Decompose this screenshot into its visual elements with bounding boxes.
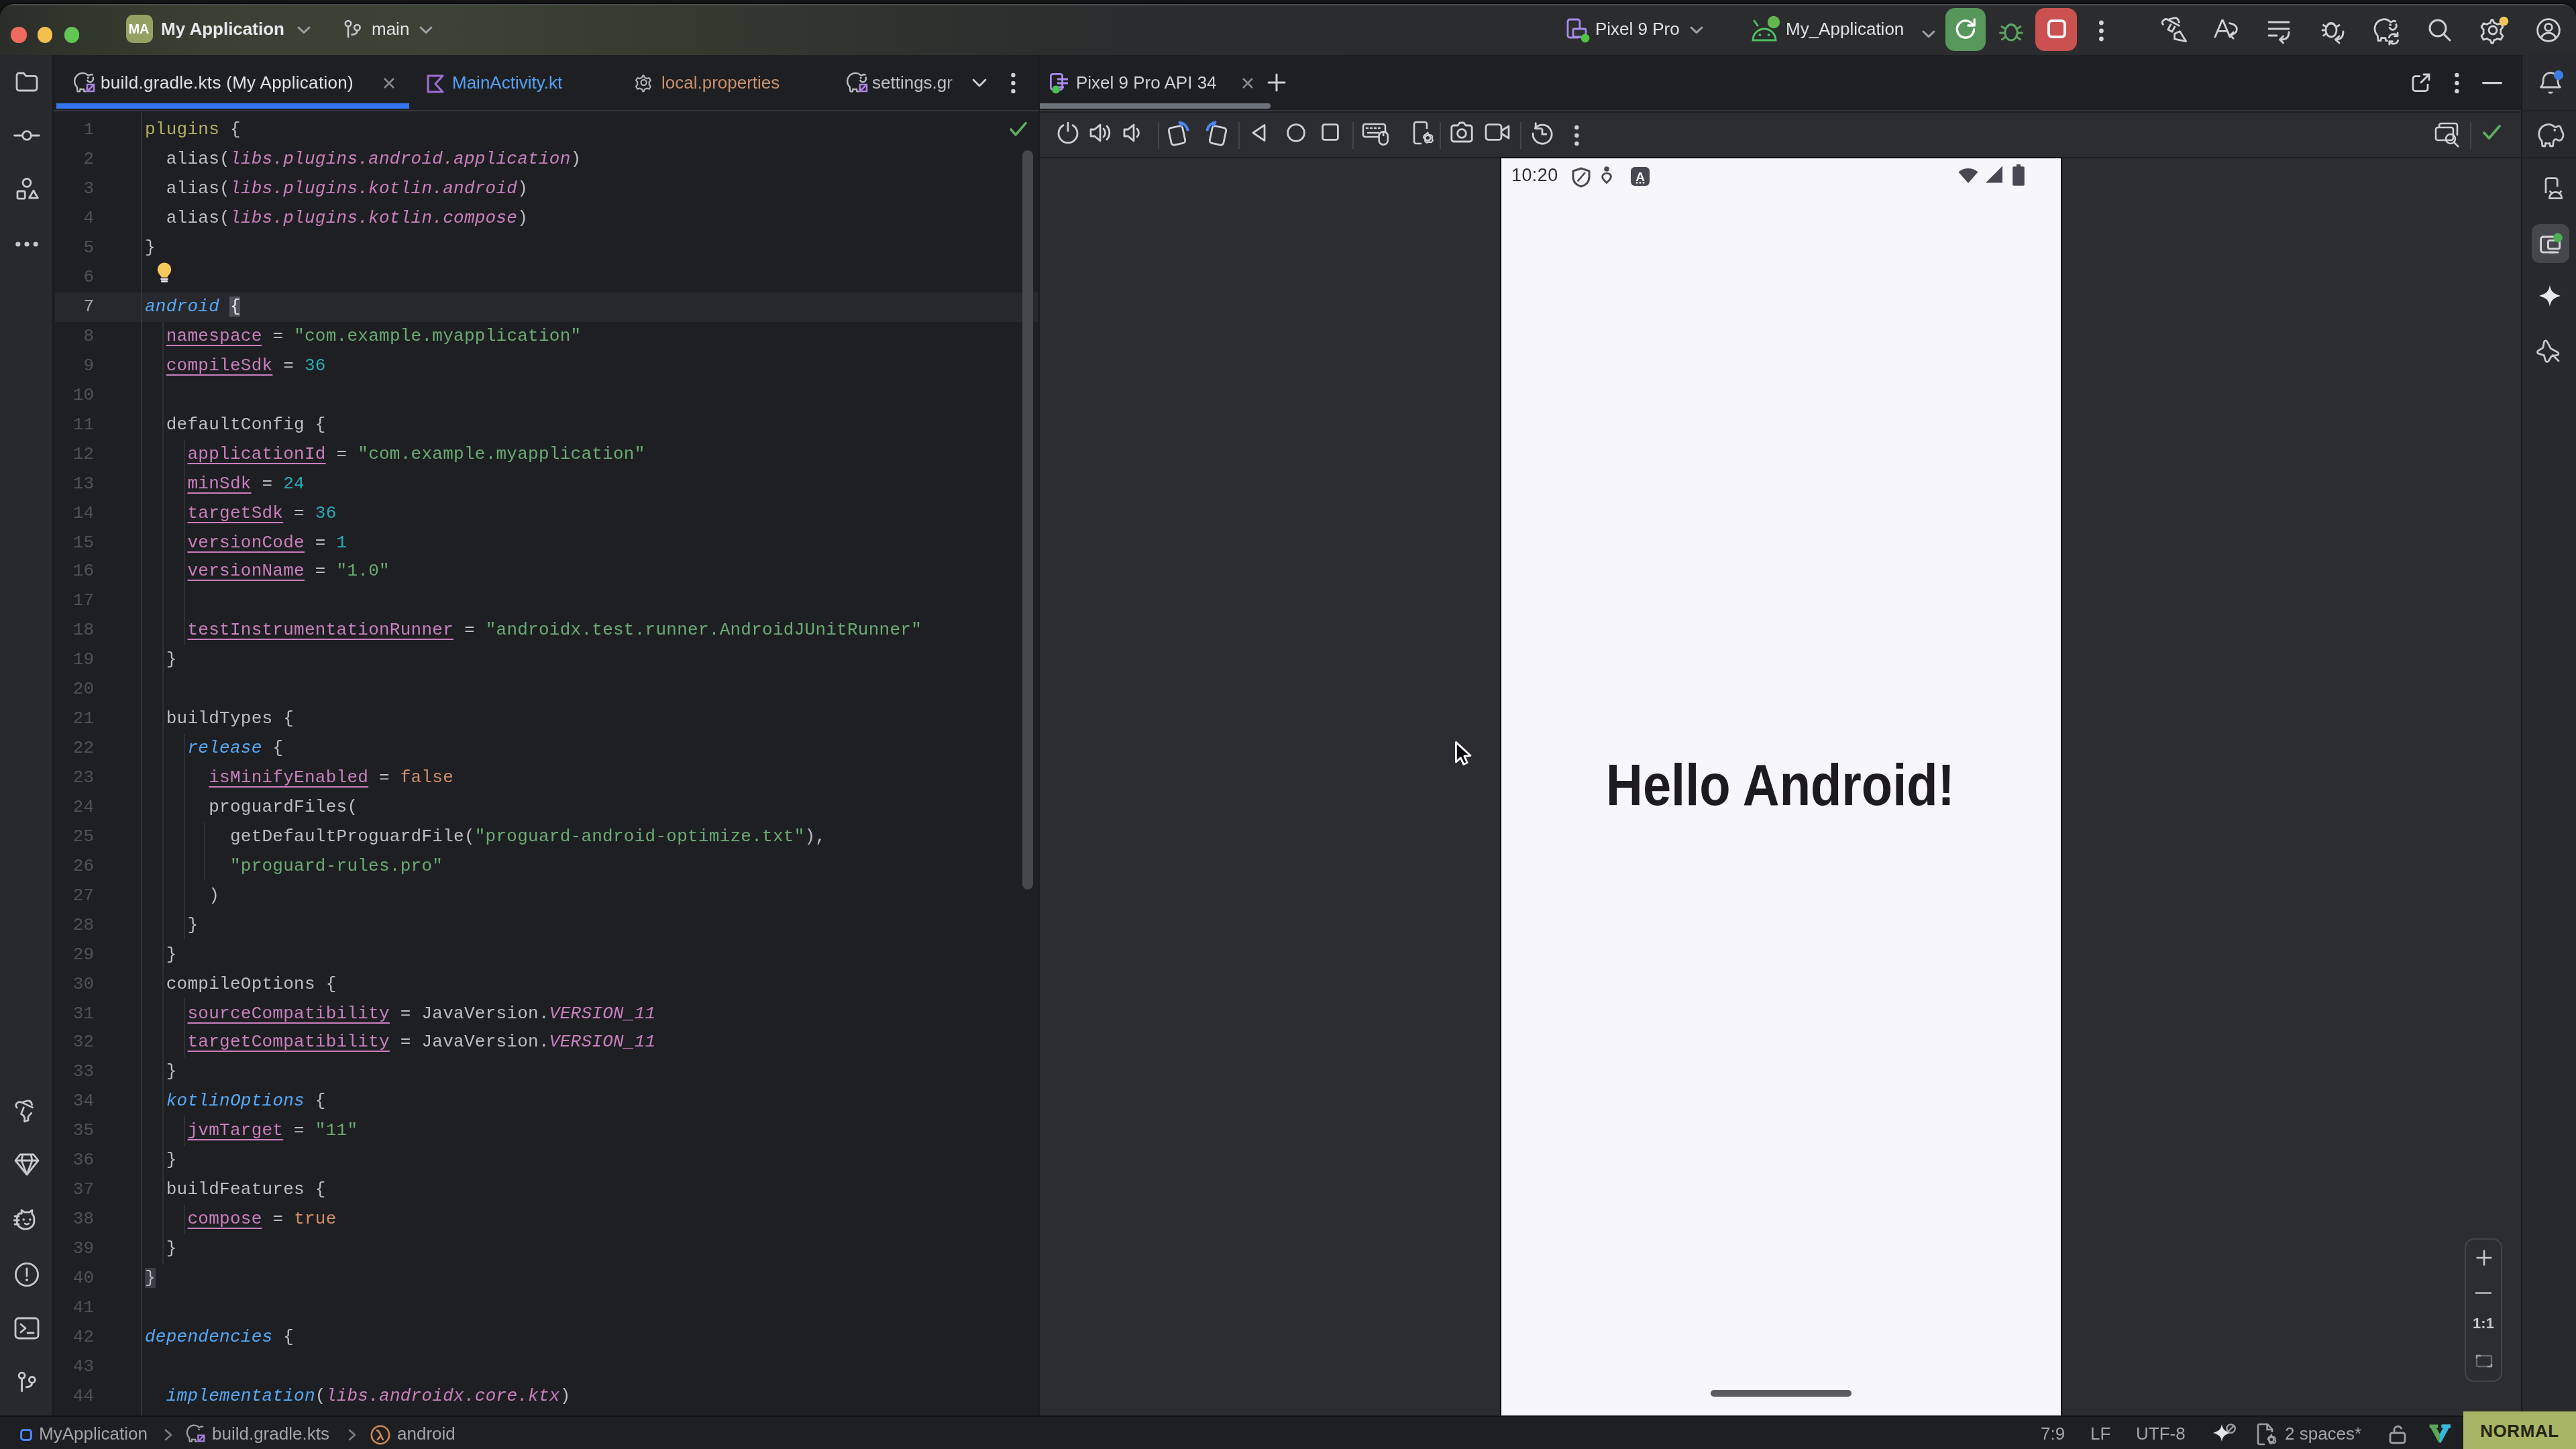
svg-text:A: A — [1635, 169, 1644, 183]
